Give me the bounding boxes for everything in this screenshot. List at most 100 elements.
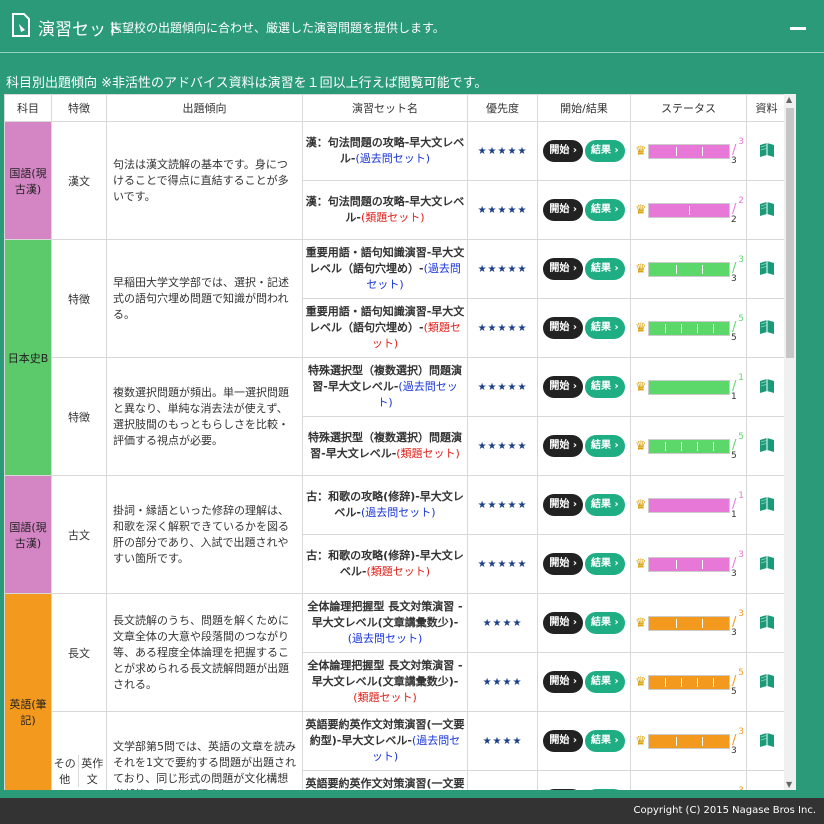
progress-total: 3 — [731, 156, 737, 166]
progress-done: 5 — [738, 314, 744, 324]
book-icon[interactable] — [758, 790, 776, 791]
feature-cell: 長文 — [51, 593, 107, 712]
column-header-subject: 科目 — [4, 94, 52, 122]
start-button[interactable]: 開始 › — [543, 199, 583, 221]
past-exam-set-link[interactable]: (過去問セット) — [361, 506, 436, 519]
book-icon[interactable] — [758, 436, 776, 454]
book-icon[interactable] — [758, 200, 776, 218]
book-icon[interactable] — [758, 495, 776, 513]
result-button[interactable]: 結果 › — [585, 258, 625, 280]
start-button[interactable]: 開始 › — [543, 317, 583, 339]
book-icon[interactable] — [758, 377, 776, 395]
progress-bar — [648, 733, 730, 749]
start-result-cell: 開始 ›結果 › — [537, 652, 631, 712]
result-button[interactable]: 結果 › — [585, 435, 625, 457]
start-label: 開始 — [549, 558, 570, 569]
subject-label: 国語(現古漢) — [9, 520, 47, 550]
priority-stars: ★★★★ — [482, 617, 523, 629]
set-name-cell: 漢：句法問題の攻略-早大文レベル-(過去問セット) — [302, 121, 468, 181]
trend-text: 掛詞・縁語といった修辞の理解は、和歌を深く解釈できているかを図る肝の部分であり、… — [113, 503, 289, 565]
materials-cell — [746, 534, 787, 594]
scroll-up-icon[interactable]: ▲ — [786, 95, 792, 104]
book-icon[interactable] — [758, 318, 776, 336]
result-button[interactable]: 結果 › — [585, 317, 625, 339]
start-button[interactable]: 開始 › — [543, 376, 583, 398]
start-result-cell: 開始 ›結果 › — [537, 534, 631, 594]
column-header-set-name: 演習セット名 — [302, 94, 468, 122]
priority-stars: ★★★★★ — [477, 322, 528, 334]
result-button[interactable]: 結果 › — [585, 730, 625, 752]
similar-set-link[interactable]: (類題セット) — [366, 565, 430, 578]
start-result-cell: 開始 ›結果 › — [537, 593, 631, 653]
book-icon[interactable] — [758, 259, 776, 277]
result-button[interactable]: 結果 › — [585, 140, 625, 162]
chevron-right-icon: › — [611, 263, 619, 274]
progress-segment-divider — [697, 677, 698, 687]
set-name-cell: 特殊選択型（複数選択）問題演習-早大文レベル-(過去問セット) — [302, 357, 468, 417]
scroll-down-icon[interactable]: ▼ — [786, 780, 792, 789]
past-exam-set-link[interactable]: (過去問セット) — [348, 632, 423, 645]
book-icon[interactable] — [758, 141, 776, 159]
collapse-icon[interactable] — [790, 20, 806, 36]
start-button[interactable]: 開始 › — [543, 671, 583, 693]
priority-stars: ★★★★★ — [477, 381, 528, 393]
result-button[interactable]: 結果 › — [585, 494, 625, 516]
progress-bar — [648, 497, 730, 513]
result-label: 結果 — [591, 558, 611, 569]
start-label: 開始 — [549, 381, 570, 392]
progress-fraction: 5/5 — [730, 314, 744, 343]
result-button[interactable]: 結果 › — [585, 553, 625, 575]
start-button[interactable]: 開始 › — [543, 140, 583, 162]
exercise-table: 科目 特徴 出題傾向 演習セット名 優先度 開始/結果 ステータス 資料 国語(… — [4, 94, 787, 790]
status-cell: ♛ 3/3 — [630, 239, 747, 299]
start-button[interactable]: 開始 › — [543, 553, 583, 575]
chevron-right-icon: › — [569, 322, 577, 333]
past-exam-set-link[interactable]: (過去問セット) — [355, 152, 430, 165]
start-button[interactable]: 開始 › — [543, 789, 583, 790]
subject-cell: 英語(筆記) — [4, 593, 52, 790]
progress-segment-divider — [713, 441, 714, 451]
start-button[interactable]: 開始 › — [543, 435, 583, 457]
similar-set-link[interactable]: (類題セット) — [396, 447, 460, 460]
vertical-scrollbar[interactable]: ▲ ▼ — [784, 94, 796, 790]
start-button[interactable]: 開始 › — [543, 494, 583, 516]
materials-cell — [746, 652, 787, 712]
book-icon[interactable] — [758, 672, 776, 690]
start-result-cell: 開始 ›結果 › — [537, 239, 631, 299]
chevron-right-icon: › — [569, 735, 577, 746]
priority-cell: ★★★★ — [467, 593, 538, 653]
materials-cell — [746, 593, 787, 653]
table-row: 国語(現古漢) 漢文 句法は漢文読解の基本です。身につけることで得点に直結することが… — [4, 121, 787, 240]
crown-icon: ♛ — [635, 733, 647, 749]
crown-icon: ♛ — [635, 497, 647, 513]
start-button[interactable]: 開始 › — [543, 612, 583, 634]
progress-segment-divider — [675, 146, 677, 156]
result-button[interactable]: 結果 › — [585, 612, 625, 634]
result-button[interactable]: 結果 › — [585, 789, 625, 790]
progress-segment-divider — [702, 146, 704, 156]
progress-fraction: 3/3 — [730, 786, 744, 790]
page-header: 演習セット 志望校の出題傾向に合わせ、厳選した演習問題を提供します。 — [0, 0, 824, 53]
result-button[interactable]: 結果 › — [585, 671, 625, 693]
result-label: 結果 — [591, 676, 611, 687]
result-button[interactable]: 結果 › — [585, 199, 625, 221]
book-icon[interactable] — [758, 613, 776, 631]
progress-fraction: 3/3 — [730, 550, 744, 579]
start-button[interactable]: 開始 › — [543, 258, 583, 280]
similar-set-link[interactable]: (類題セット) — [353, 691, 417, 704]
set-name: 全体論理把握型 長文対策演習 -早大文レベル(文章講彙数少)- — [307, 659, 463, 688]
similar-set-link[interactable]: (類題セット) — [361, 211, 425, 224]
book-icon[interactable] — [758, 731, 776, 749]
priority-stars: ★★★★★ — [477, 204, 528, 216]
crown-icon: ♛ — [635, 379, 647, 395]
priority-cell: ★★★★★ — [467, 416, 538, 476]
priority-cell: ★★★★★ — [467, 357, 538, 417]
result-button[interactable]: 結果 › — [585, 376, 625, 398]
subject-label: 日本史B — [7, 351, 49, 365]
start-result-cell: 開始 ›結果 › — [537, 416, 631, 476]
start-button[interactable]: 開始 › — [543, 730, 583, 752]
progress-done: 5 — [738, 432, 744, 442]
scrollbar-thumb[interactable] — [786, 108, 794, 358]
book-icon[interactable] — [758, 554, 776, 572]
progress-done: 3 — [738, 727, 744, 737]
